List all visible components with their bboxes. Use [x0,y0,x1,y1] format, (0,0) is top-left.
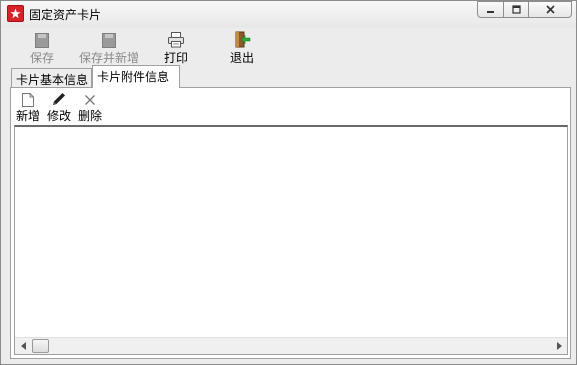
close-icon [545,5,555,14]
edit-attachment-button[interactable]: 修改 [46,92,72,124]
scroll-thumb[interactable] [32,339,49,353]
delete-attachment-button[interactable]: 删除 [77,92,103,124]
scroll-left-button[interactable] [15,338,32,354]
close-button[interactable] [528,1,572,18]
edit-label: 修改 [46,109,71,123]
maximize-icon [511,5,521,14]
save-and-new-button[interactable]: 保存并新增 [77,31,141,66]
scroll-right-button[interactable] [550,338,567,354]
save-new-icon [102,33,116,48]
add-label: 新增 [15,109,40,123]
print-label: 打印 [163,51,188,65]
exit-button[interactable]: 退出 [228,31,256,66]
delete-label: 删除 [77,109,102,123]
minimize-icon [487,11,494,13]
printer-icon [168,32,184,48]
minimize-button[interactable] [477,1,504,18]
asset-card-window: 固定资产卡片 保存 保存并新增 打印 退出 卡片基本信息 卡片附件信息 新增 修… [0,0,577,365]
pencil-icon [53,93,65,105]
new-document-icon [22,92,34,107]
tab-basic-info[interactable]: 卡片基本信息 [11,68,92,87]
window-controls [477,1,572,18]
maximize-button[interactable] [503,1,529,18]
add-attachment-button[interactable]: 新增 [15,92,41,124]
attachment-panel: 新增 修改 删除 [10,87,571,359]
tab-attachment-info[interactable]: 卡片附件信息 [92,65,180,88]
save-button[interactable]: 保存 [27,31,57,66]
attachment-grid[interactable] [14,125,568,355]
horizontal-scrollbar[interactable] [15,337,567,354]
print-button[interactable]: 打印 [162,31,190,66]
title-bar[interactable]: 固定资产卡片 [1,1,576,28]
scroll-left-icon [20,342,26,350]
save-label: 保存 [29,51,54,65]
save-icon [35,33,49,48]
exit-label: 退出 [229,51,254,65]
attachment-toolbar: 新增 修改 删除 [11,88,570,125]
scroll-right-icon [556,342,562,350]
delete-x-icon [85,94,95,105]
exit-door-icon [235,31,251,48]
save-and-new-label: 保存并新增 [78,51,139,65]
main-toolbar: 保存 保存并新增 打印 退出 [1,28,576,66]
app-icon [7,5,24,22]
window-title: 固定资产卡片 [29,8,102,22]
